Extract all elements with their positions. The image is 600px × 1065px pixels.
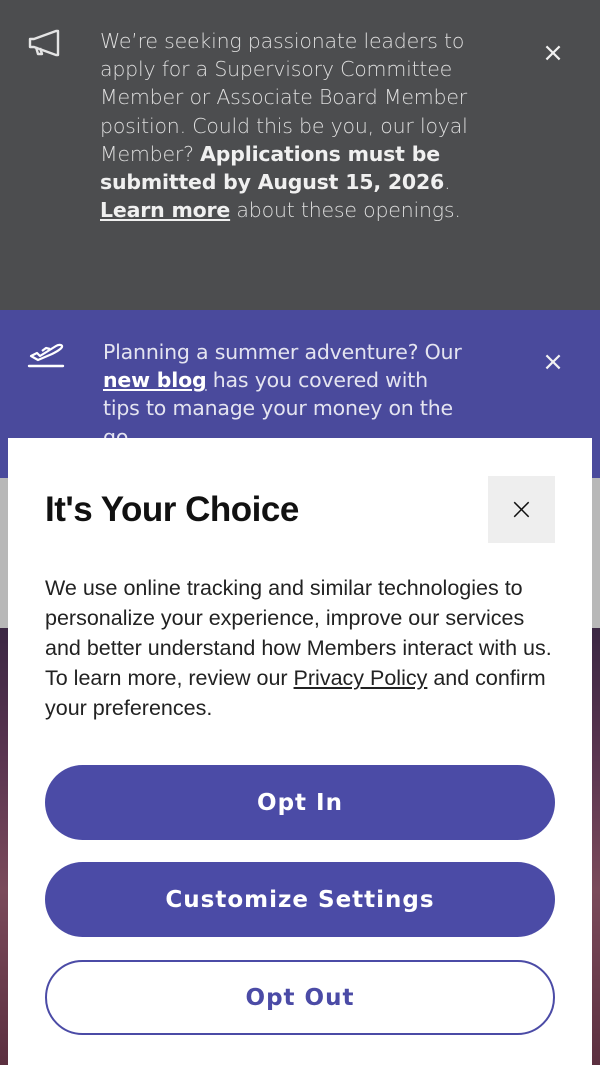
banner-leaders-text: We’re seeking passionate leaders to appl… bbox=[100, 27, 470, 224]
close-banner-travel-button[interactable]: × bbox=[540, 349, 566, 375]
dialog-title: It's Your Choice bbox=[45, 490, 299, 529]
megaphone-icon bbox=[26, 28, 66, 58]
privacy-policy-link[interactable]: Privacy Policy bbox=[294, 666, 428, 690]
banner-travel-text: Planning a summer adventure? Our new blo… bbox=[103, 338, 463, 451]
new-blog-link[interactable]: new blog bbox=[103, 368, 207, 392]
learn-more-link[interactable]: Learn more bbox=[100, 198, 230, 222]
banner-leaders-text-period: . bbox=[444, 170, 451, 195]
close-banner-leaders-button[interactable]: × bbox=[540, 40, 566, 66]
announcement-banner-leaders: We’re seeking passionate leaders to appl… bbox=[0, 0, 600, 310]
customize-settings-button[interactable]: Customize Settings bbox=[45, 862, 555, 937]
banner-leaders-text-end: about these openings. bbox=[230, 198, 461, 223]
privacy-choice-dialog: It's Your Choice × We use online trackin… bbox=[8, 438, 592, 1065]
opt-in-button[interactable]: Opt In bbox=[45, 765, 555, 840]
opt-out-button[interactable]: Opt Out bbox=[45, 960, 555, 1035]
airplane-takeoff-icon bbox=[26, 338, 66, 370]
banner-travel-text-start: Planning a summer adventure? Our bbox=[103, 340, 462, 364]
dialog-body: We use online tracking and similar techn… bbox=[45, 573, 560, 723]
close-dialog-button[interactable]: × bbox=[488, 476, 555, 543]
